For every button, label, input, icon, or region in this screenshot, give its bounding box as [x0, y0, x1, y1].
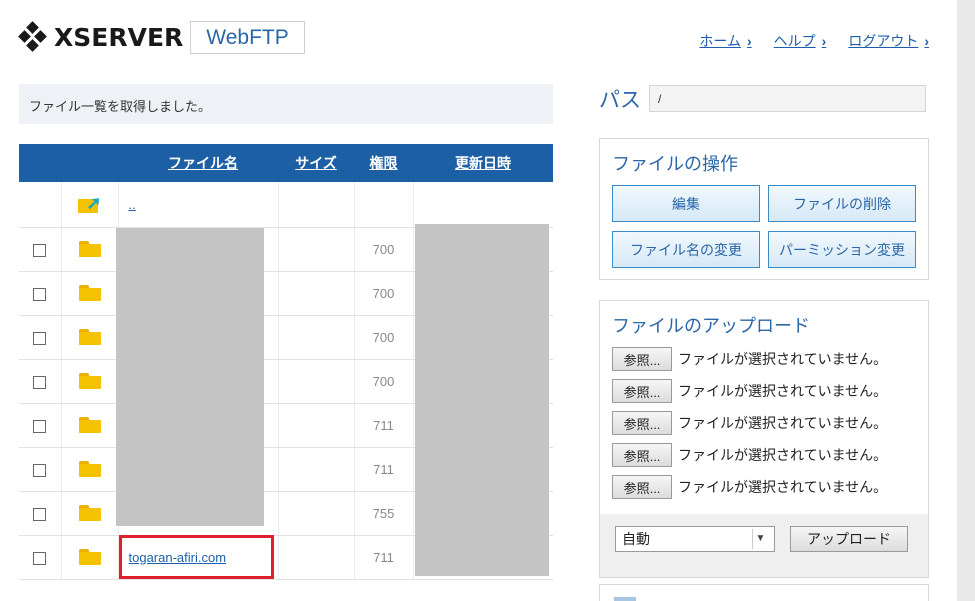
upload-footer: 自動 ▼ アップロード	[600, 514, 928, 577]
table-header-row: ファイル名 サイズ 権限 更新日時	[19, 144, 553, 182]
next-panel	[599, 584, 929, 601]
chevron-right-icon: ›	[821, 33, 827, 49]
folder-icon[interactable]	[78, 461, 101, 478]
file-upload-panel: ファイルのアップロード 参照... ファイルが選択されていません。 参照... …	[599, 300, 929, 578]
sort-by-size[interactable]: サイズ	[278, 144, 354, 182]
row-checkbox[interactable]	[33, 551, 47, 565]
redacted-file-names	[116, 228, 264, 526]
header-icon	[61, 144, 118, 182]
upload-title: ファイルのアップロード	[612, 316, 810, 336]
sort-by-date[interactable]: 更新日時	[413, 144, 553, 182]
browse-button[interactable]: 参照...	[612, 379, 672, 403]
edit-button[interactable]: 編集	[612, 185, 760, 222]
upload-button[interactable]: アップロード	[790, 526, 908, 552]
webftp-page: XSERVER WebFTP ホーム › ヘルプ › ログアウト › ファイル一覧を取…	[0, 0, 975, 601]
browse-button[interactable]: 参照...	[612, 443, 672, 467]
file-operations-panel: ファイルの操作 編集 ファイルの削除 ファイル名の変更 パーミッション変更	[599, 138, 929, 280]
row-checkbox[interactable]	[33, 287, 47, 301]
row-checkbox[interactable]	[33, 331, 47, 345]
no-file-text: ファイルが選択されていません。	[678, 415, 888, 431]
file-permission: 711	[354, 403, 414, 448]
file-size	[278, 403, 355, 448]
file-permission: 700	[354, 227, 414, 272]
file-input-row: 参照... ファイルが選択されていません。	[612, 379, 887, 403]
file-input-row: 参照... ファイルが選択されていません。	[612, 411, 887, 435]
no-file-text: ファイルが選択されていません。	[678, 479, 888, 495]
path-label: パス	[599, 89, 641, 112]
row-checkbox[interactable]	[33, 243, 47, 257]
panel-title-partial	[614, 597, 636, 601]
file-permission: 700	[354, 315, 414, 360]
folder-icon[interactable]	[78, 417, 101, 434]
change-permission-button[interactable]: パーミッション変更	[768, 231, 916, 268]
chevron-right-icon: ›	[746, 33, 752, 49]
nav-help-link[interactable]: ヘルプ ›	[774, 31, 827, 51]
sort-by-name[interactable]: ファイル名	[118, 144, 278, 182]
browse-button[interactable]: 参照...	[612, 411, 672, 435]
folder-icon[interactable]	[78, 241, 101, 258]
path-input[interactable]: /	[649, 85, 926, 112]
no-file-text: ファイルが選択されていません。	[678, 383, 888, 399]
sort-by-permission[interactable]: 権限	[354, 144, 413, 182]
rename-file-button[interactable]: ファイル名の変更	[612, 231, 760, 268]
file-size	[278, 535, 355, 580]
browse-button[interactable]: 参照...	[612, 475, 672, 499]
transfer-mode-value: 自動	[622, 531, 650, 547]
file-permission: 700	[354, 271, 414, 316]
no-file-text: ファイルが選択されていません。	[678, 351, 888, 367]
folder-icon[interactable]	[78, 549, 101, 566]
folder-icon[interactable]	[78, 373, 101, 390]
delete-file-button[interactable]: ファイルの削除	[768, 185, 916, 222]
folder-icon[interactable]	[78, 505, 101, 522]
redacted-dates	[415, 224, 549, 576]
row-checkbox[interactable]	[33, 507, 47, 521]
file-size	[278, 227, 355, 272]
product-name: WebFTP	[190, 21, 305, 54]
parent-directory-link[interactable]: ..	[129, 197, 136, 212]
file-permission: 755	[354, 491, 414, 536]
browse-button[interactable]: 参照...	[612, 347, 672, 371]
file-input-row: 参照... ファイルが選択されていません。	[612, 443, 887, 467]
row-checkbox[interactable]	[33, 419, 47, 433]
transfer-mode-select[interactable]: 自動 ▼	[615, 526, 775, 552]
operations-title: ファイルの操作	[612, 154, 738, 174]
folder-icon[interactable]	[78, 329, 101, 346]
nav-home-link[interactable]: ホーム ›	[699, 31, 751, 51]
file-size	[278, 359, 355, 404]
file-size	[278, 491, 355, 536]
row-checkbox[interactable]	[33, 463, 47, 477]
no-file-text: ファイルが選択されていません。	[678, 447, 888, 463]
row-checkbox[interactable]	[33, 375, 47, 389]
chevron-down-icon: ▼	[752, 529, 768, 549]
parent-directory-row[interactable]: ➚ ..	[19, 182, 553, 228]
file-permission: 711	[354, 447, 414, 492]
file-permission: 711	[354, 535, 414, 580]
folder-icon[interactable]	[78, 285, 101, 302]
header-select	[19, 144, 61, 182]
file-size	[278, 271, 355, 316]
file-size	[278, 447, 355, 492]
file-permission: 700	[354, 359, 414, 404]
window-edge	[957, 0, 975, 601]
logo-diamond-icon	[18, 21, 48, 52]
file-size	[278, 315, 355, 360]
file-name-link[interactable]: togaran-afiri.com	[129, 550, 227, 565]
file-input-row: 参照... ファイルが選択されていません。	[612, 475, 887, 499]
logo-text: XSERVER	[54, 22, 184, 52]
xserver-logo[interactable]: XSERVER	[18, 21, 184, 52]
top-nav: ホーム › ヘルプ › ログアウト ›	[699, 31, 929, 51]
parent-folder-icon[interactable]: ➚	[77, 194, 102, 214]
nav-logout-link[interactable]: ログアウト ›	[848, 31, 929, 51]
status-message: ファイル一覧を取得しました。	[19, 84, 553, 124]
chevron-right-icon: ›	[924, 33, 929, 49]
file-input-row: 参照... ファイルが選択されていません。	[612, 347, 887, 371]
